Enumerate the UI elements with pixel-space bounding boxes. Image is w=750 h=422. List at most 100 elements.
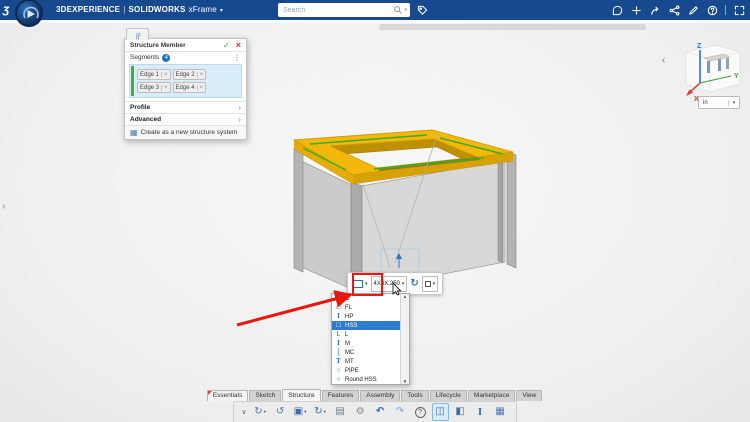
profile-option-mc[interactable]: [MC — [332, 348, 400, 357]
remove-chip-icon[interactable]: × — [161, 85, 170, 91]
settings-icon-glyph: ⚙ — [356, 404, 365, 420]
dropdown-scrollbar[interactable]: ▲ ▼ — [400, 294, 409, 384]
tab-features[interactable]: Features — [322, 390, 360, 401]
left-panel-expander-icon[interactable] — [2, 201, 5, 212]
notifications-icon[interactable] — [611, 4, 623, 16]
angle-profile-icon: L — [334, 330, 343, 339]
fullscreen-icon[interactable] — [733, 4, 745, 16]
profile-option-fl[interactable]: ▭FL — [332, 303, 400, 312]
tab-sketch[interactable]: Sketch — [249, 390, 281, 401]
rotate-profile-button[interactable]: ↻ — [410, 276, 418, 291]
profile-option-round-hss[interactable]: ○Round HSS — [332, 375, 400, 384]
search-icon[interactable] — [392, 4, 404, 16]
profile-dropdown-list: [C▭FLIHP□HSSLLIM[MCTMT○PIPE○Round HSS — [332, 294, 409, 384]
profile-alignment-button[interactable] — [422, 276, 439, 292]
app-switcher-caret-icon[interactable] — [220, 8, 223, 14]
profile-section[interactable]: Profile — [125, 101, 246, 113]
segments-selection-box[interactable]: Edge 1×Edge 2×Edge 3×Edge 4× — [129, 64, 242, 98]
action-bar-tabs: EssentialsSketchStructureFeaturesAssembl… — [207, 390, 544, 401]
right-panel-collapse-icon[interactable] — [662, 55, 665, 66]
units-value: in — [699, 100, 728, 106]
add-icon[interactable] — [630, 4, 642, 16]
profile-option-label: MT — [345, 359, 354, 365]
bom-icon[interactable]: ▦ — [492, 403, 509, 421]
share-icon[interactable] — [649, 4, 661, 16]
search-options-caret-icon[interactable] — [404, 7, 407, 13]
scroll-down-icon[interactable]: ▼ — [403, 379, 407, 384]
catalog-icon[interactable]: ◫ — [432, 403, 449, 421]
export-icon[interactable]: ▤ — [332, 403, 349, 421]
tab-structure[interactable]: Structure — [282, 389, 320, 401]
annotation-highlight-box — [352, 273, 383, 296]
profile-option-label: M — [345, 341, 350, 347]
action-bar-tools: ↻▾↺▣▾↻▾▤⚙↶↷?◫◧I▦ — [233, 401, 516, 422]
tool-caret-icon: ▾ — [304, 409, 306, 415]
top-bar: ʒ 3DEXPERIENCE|SOLIDWORKSxFrame — [0, 0, 750, 20]
catalog-icon-glyph: ◫ — [435, 404, 444, 420]
active-selection-bar — [131, 66, 134, 96]
history-icon-glyph: ↺ — [276, 404, 284, 420]
edge-chip[interactable]: Edge 4× — [173, 82, 207, 93]
tube-profile-icon: □ — [334, 321, 343, 330]
units-dropdown[interactable]: in — [698, 96, 740, 109]
rotate-icon: ↻ — [410, 278, 418, 289]
profile-option-pipe[interactable]: ○PIPE — [332, 366, 400, 375]
profile-option-l[interactable]: LL — [332, 330, 400, 339]
profile-option-label: PIPE — [345, 368, 359, 374]
brand-product: SOLIDWORKS — [128, 5, 185, 14]
update-icon-glyph: ↻ — [314, 404, 322, 420]
search-input[interactable] — [278, 7, 392, 14]
shaded-view-icon[interactable]: ◧ — [452, 403, 469, 421]
save-icon[interactable]: ▣▾ — [292, 403, 309, 421]
profile-option-hss[interactable]: □HSS — [332, 321, 400, 330]
scroll-up-icon[interactable]: ▲ — [403, 294, 407, 299]
tab-tools[interactable]: Tools — [401, 390, 428, 401]
advanced-section[interactable]: Advanced — [125, 113, 246, 125]
profile-option-mt[interactable]: TMT — [332, 357, 400, 366]
search-box[interactable] — [278, 3, 410, 17]
profile-option-hp[interactable]: IHP — [332, 312, 400, 321]
redo-icon[interactable]: ↷ — [392, 403, 409, 421]
axis-y-label: Y — [734, 73, 739, 80]
corner-post[interactable] — [294, 148, 303, 272]
view-cube[interactable]: Z Y X — [686, 43, 740, 103]
tab-assembly[interactable]: Assembly — [360, 390, 400, 401]
dassault-logo-icon[interactable]: ʒ — [3, 2, 9, 16]
collapsed-top-panel[interactable] — [379, 24, 646, 30]
profile-option-label: FL — [345, 305, 352, 311]
ibeam-profile-icon: I — [334, 312, 343, 321]
help-icon[interactable]: ? — [412, 403, 429, 421]
tag-icon[interactable] — [415, 3, 429, 17]
remove-chip-icon[interactable]: × — [197, 85, 206, 91]
structure-profile-icon[interactable]: I — [472, 403, 489, 421]
alignment-caret-icon — [433, 281, 436, 287]
help-icon[interactable] — [706, 4, 718, 16]
collaboration-icon[interactable] — [668, 4, 680, 16]
edge-chip[interactable]: Edge 2× — [173, 69, 207, 80]
profile-option-m[interactable]: IM — [332, 339, 400, 348]
update-icon[interactable]: ↻▾ — [312, 403, 329, 421]
settings-icon[interactable]: ⚙ — [352, 403, 369, 421]
corner-post[interactable] — [498, 157, 503, 263]
create-structure-system-option[interactable]: ▦ Create as a new structure system — [125, 125, 246, 139]
tab-lifecycle[interactable]: Lifecycle — [430, 390, 467, 401]
collapse-toolbar-icon[interactable] — [241, 408, 246, 416]
history-icon[interactable]: ↺ — [272, 403, 289, 421]
cancel-x-icon[interactable] — [236, 40, 241, 50]
remove-chip-icon[interactable]: × — [197, 72, 206, 78]
feedback-pen-icon[interactable] — [687, 4, 699, 16]
pipe-profile-icon: ○ — [334, 366, 343, 375]
corner-post[interactable] — [507, 151, 516, 268]
edge-chip[interactable]: Edge 3× — [137, 82, 171, 93]
segments-menu-icon[interactable] — [233, 53, 241, 62]
tab-marketplace[interactable]: Marketplace — [468, 390, 515, 401]
ok-check-icon[interactable] — [223, 41, 230, 50]
remove-chip-icon[interactable]: × — [161, 72, 170, 78]
lifecycle-icon[interactable]: ↻▾ — [252, 403, 269, 421]
undo-icon[interactable]: ↶ — [372, 403, 389, 421]
compass-icon[interactable] — [15, 0, 43, 27]
tab-essentials[interactable]: Essentials — [207, 390, 249, 401]
edge-chip[interactable]: Edge 1× — [137, 69, 171, 80]
dialog-tab[interactable]: ╔ — [126, 28, 149, 40]
tab-view[interactable]: View — [516, 390, 542, 401]
